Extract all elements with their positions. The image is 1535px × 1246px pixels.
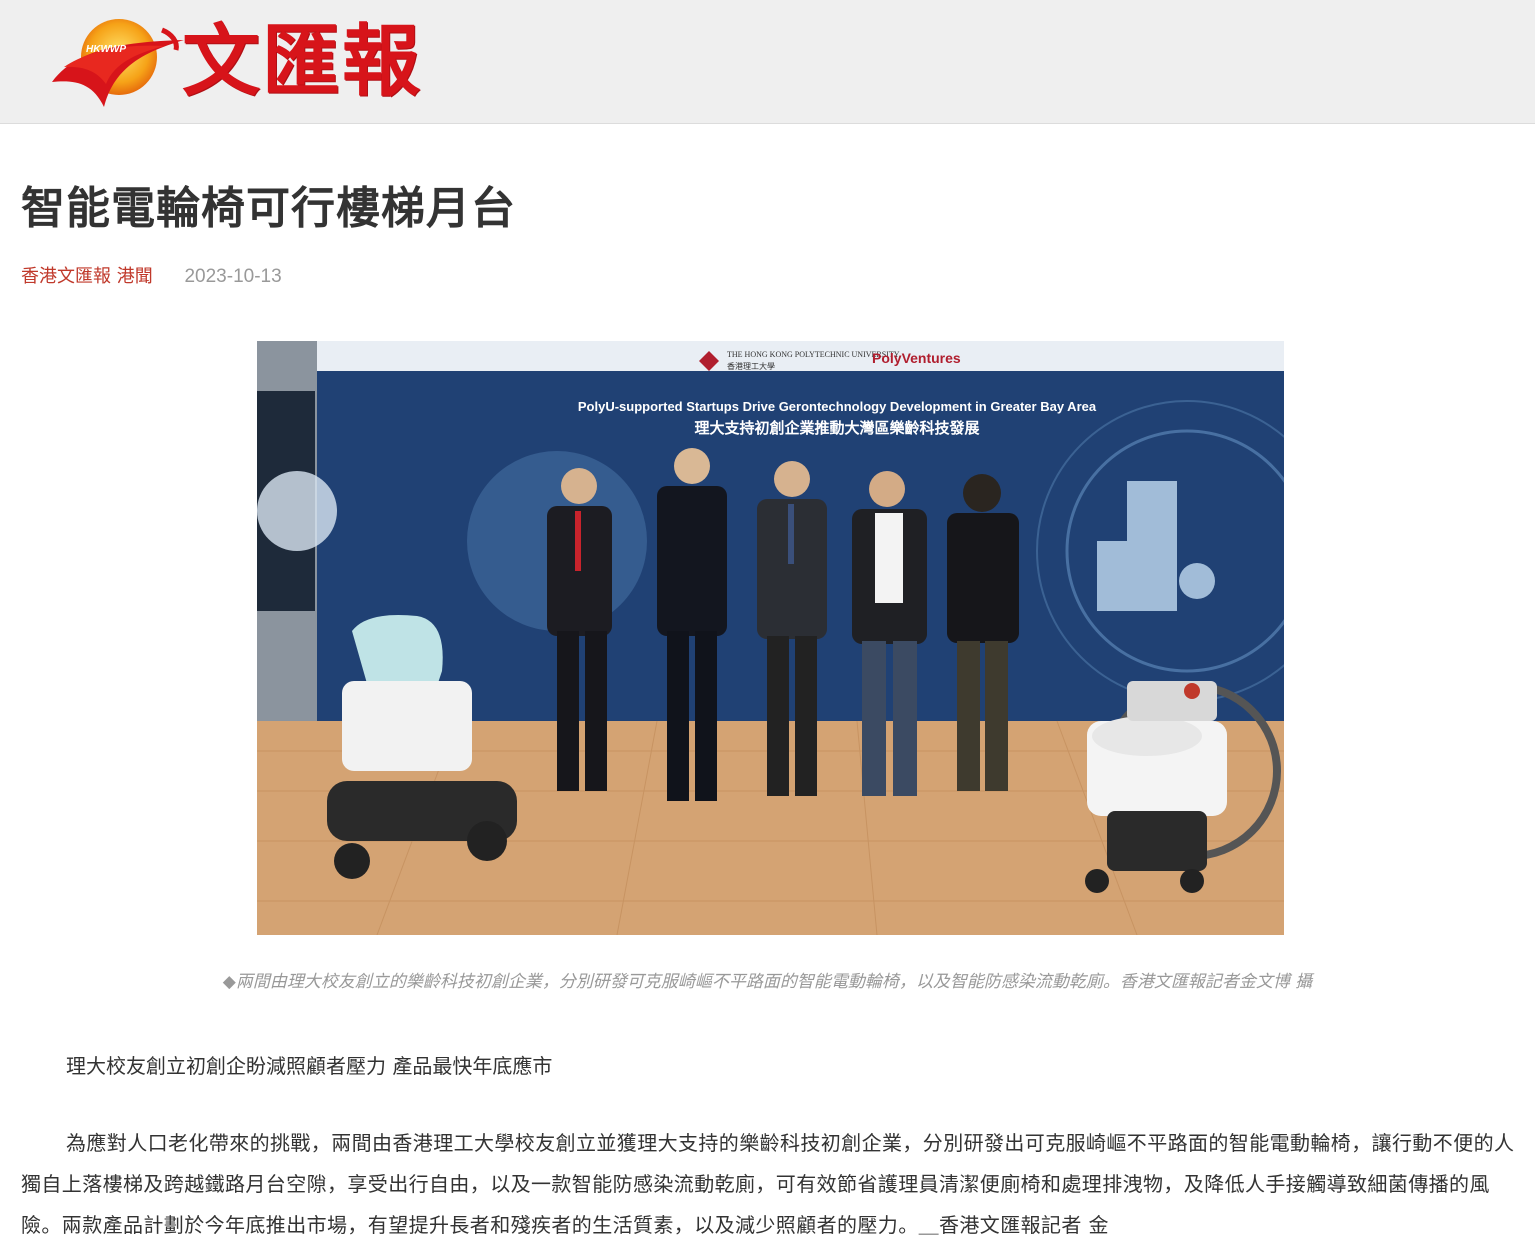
article-source-link[interactable]: 香港文匯報 港聞: [21, 266, 153, 287]
article-photo: THE HONG KONG POLYTECHNIC UNIVERSITY 香港理…: [257, 341, 1284, 935]
backdrop-title-en: PolyU-supported Startups Drive Gerontech…: [578, 399, 1097, 414]
site-logo[interactable]: HKWWP 文匯報: [44, 12, 434, 112]
backdrop-title-zh: 理大支持初創企業推動大灣區樂齡科技發展: [694, 419, 979, 437]
article-date: 2023-10-13: [184, 266, 282, 287]
site-header: HKWWP 文匯報: [0, 0, 1535, 124]
logo-flame-icon: HKWWP: [52, 19, 184, 107]
article-paragraph: 為應對人口老化帶來的挑戰，兩間由香港理工大學校友創立並獲理大支持的樂齡科技初創企…: [21, 1131, 1515, 1237]
article-meta: 香港文匯報 港聞 2023-10-13: [21, 262, 282, 288]
photo-illustration: THE HONG KONG POLYTECHNIC UNIVERSITY 香港理…: [257, 341, 1284, 935]
logo-wordmark: 文匯報: [182, 16, 423, 107]
article-subheading: 理大校友創立初創企盼減照顧者壓力 產品最快年底應市: [66, 1054, 553, 1078]
svg-text:香港理工大學: 香港理工大學: [727, 361, 775, 371]
svg-text:HKWWP: HKWWP: [86, 44, 126, 55]
article-title: 智能電輪椅可行樓梯月台: [21, 183, 516, 234]
svg-text:PolyVentures: PolyVentures: [872, 350, 961, 366]
photo-caption: ◆兩間由理大校友創立的樂齡科技初創企業，分別研發可克服崎嶇不平路面的智能電動輪椅…: [222, 972, 1313, 992]
